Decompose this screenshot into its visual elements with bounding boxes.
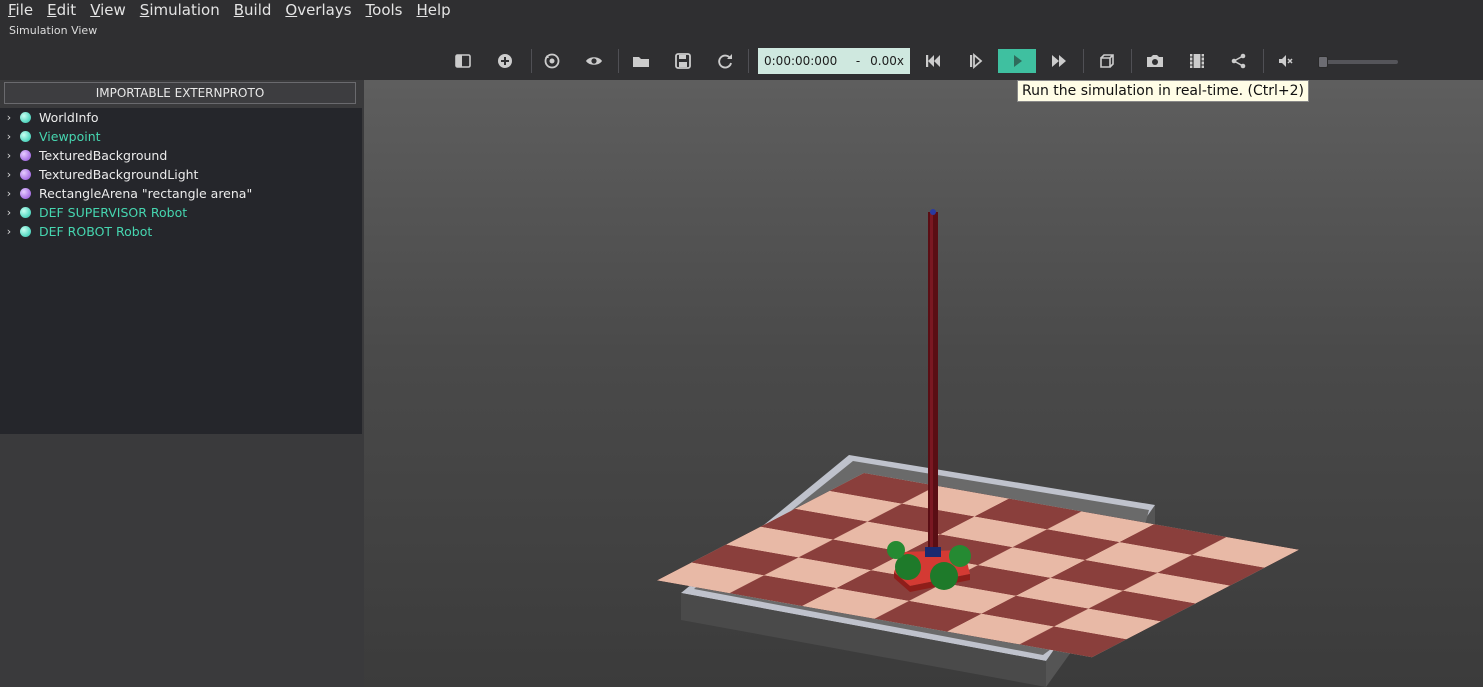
scene-tree-node[interactable]: › RectangleArena "rectangle arena"	[0, 184, 362, 203]
scene-tree-node[interactable]: › TexturedBackground	[0, 146, 362, 165]
scene-tree-node[interactable]: › Viewpoint	[0, 127, 362, 146]
scene-tree-node-label: DEF ROBOT Robot	[39, 224, 153, 239]
step-button[interactable]	[963, 50, 987, 72]
chevron-right-icon[interactable]: ›	[2, 225, 16, 238]
volume-slider-track[interactable]	[1318, 60, 1398, 64]
chevron-right-icon[interactable]: ›	[2, 149, 16, 162]
mute-icon	[1279, 55, 1293, 67]
sidebar-toggle-button[interactable]	[451, 50, 475, 72]
simulation-speed: 0.00x	[870, 54, 904, 68]
visibility-icon	[586, 57, 602, 65]
open-world-button[interactable]	[629, 50, 653, 72]
simulation-view-title: Simulation View	[0, 20, 1483, 42]
node-type-icon	[20, 112, 31, 123]
rewind-button[interactable]	[921, 50, 945, 72]
fast-forward-icon	[1052, 55, 1066, 67]
importable-externproto-button[interactable]: IMPORTABLE EXTERNPROTO	[4, 82, 356, 104]
run-tooltip: Run the simulation in real-time. (Ctrl+2…	[1017, 80, 1309, 102]
3d-viewport[interactable]	[364, 80, 1483, 687]
node-type-icon	[20, 169, 31, 180]
pendulum-pole	[928, 209, 938, 552]
time-separator: -	[855, 54, 861, 68]
chevron-right-icon[interactable]: ›	[2, 168, 16, 181]
perspective-icon	[1100, 54, 1114, 68]
reset-view-button[interactable]	[540, 50, 564, 72]
node-type-icon	[20, 188, 31, 199]
run-realtime-button[interactable]	[998, 49, 1036, 73]
save-world-icon	[675, 53, 691, 69]
volume-slider-handle[interactable]	[1318, 56, 1328, 68]
menu-simulation[interactable]: Simulation	[140, 1, 220, 19]
reload-world-button[interactable]	[713, 50, 737, 72]
movie-button[interactable]	[1185, 50, 1209, 72]
menu-overlays[interactable]: Overlays	[285, 1, 351, 19]
open-world-icon	[633, 57, 649, 67]
menu-build[interactable]: Build	[234, 1, 272, 19]
scene-tree-node[interactable]: › DEF ROBOT Robot	[0, 222, 362, 241]
perspective-button[interactable]	[1095, 50, 1119, 72]
share-button[interactable]	[1227, 50, 1251, 72]
menu-file[interactable]: File	[8, 1, 33, 19]
menu-tools[interactable]: Tools	[366, 1, 403, 19]
scene-tree-node-label: WorldInfo	[39, 110, 99, 125]
reload-world-icon	[718, 54, 732, 69]
add-node-button[interactable]	[493, 50, 517, 72]
scene-tree-node-label: TexturedBackground	[39, 148, 168, 163]
share-icon	[1231, 53, 1246, 69]
add-node-icon	[498, 54, 512, 68]
chevron-right-icon[interactable]: ›	[2, 187, 16, 200]
sidebar-toggle-icon	[455, 54, 471, 68]
run-icon	[1014, 55, 1022, 67]
menu-bar: File Edit View Simulation Build Overlays…	[0, 0, 1483, 20]
node-type-icon	[20, 131, 31, 142]
scene-render	[657, 209, 1299, 687]
chevron-right-icon[interactable]: ›	[2, 206, 16, 219]
reset-view-icon	[544, 53, 560, 69]
step-icon	[970, 53, 983, 69]
rectangle-arena	[657, 455, 1299, 687]
chevron-right-icon[interactable]: ›	[2, 130, 16, 143]
field-editor-area	[0, 434, 362, 687]
simulation-time: 0:00:00:000	[764, 54, 838, 68]
scene-tree-panel: IMPORTABLE EXTERNPROTO › WorldInfo › Viewpo…	[0, 80, 362, 687]
scene-tree-node-label: RectangleArena "rectangle arena"	[39, 186, 253, 201]
scene-tree-node[interactable]: › TexturedBackgroundLight	[0, 165, 362, 184]
scene-tree-node[interactable]: › DEF SUPERVISOR Robot	[0, 203, 362, 222]
rewind-icon	[926, 55, 940, 67]
save-world-button[interactable]	[671, 50, 695, 72]
toolbar: 0:00:00:000 - 0.00x	[0, 42, 1483, 80]
simulation-time-display: 0:00:00:000 - 0.00x	[758, 48, 910, 74]
menu-edit[interactable]: Edit	[47, 1, 76, 19]
menu-help[interactable]: Help	[417, 1, 451, 19]
screenshot-button[interactable]	[1143, 50, 1167, 72]
node-type-icon	[20, 226, 31, 237]
scene-tree-node-label: Viewpoint	[39, 129, 101, 144]
scene-tree-node[interactable]: › WorldInfo	[0, 108, 362, 127]
menu-view[interactable]: View	[90, 1, 126, 19]
visibility-button[interactable]	[582, 50, 606, 72]
chevron-right-icon[interactable]: ›	[2, 111, 16, 124]
node-type-icon	[20, 150, 31, 161]
fast-forward-button[interactable]	[1047, 50, 1071, 72]
scene-tree-node-label: TexturedBackgroundLight	[39, 167, 199, 182]
scene-tree-node-label: DEF SUPERVISOR Robot	[39, 205, 188, 220]
node-type-icon	[20, 207, 31, 218]
mute-button[interactable]	[1274, 50, 1298, 72]
movie-icon	[1190, 54, 1204, 68]
screenshot-icon	[1147, 55, 1163, 67]
scene-tree: › WorldInfo › Viewpoint › TexturedBackground ›…	[0, 108, 362, 434]
